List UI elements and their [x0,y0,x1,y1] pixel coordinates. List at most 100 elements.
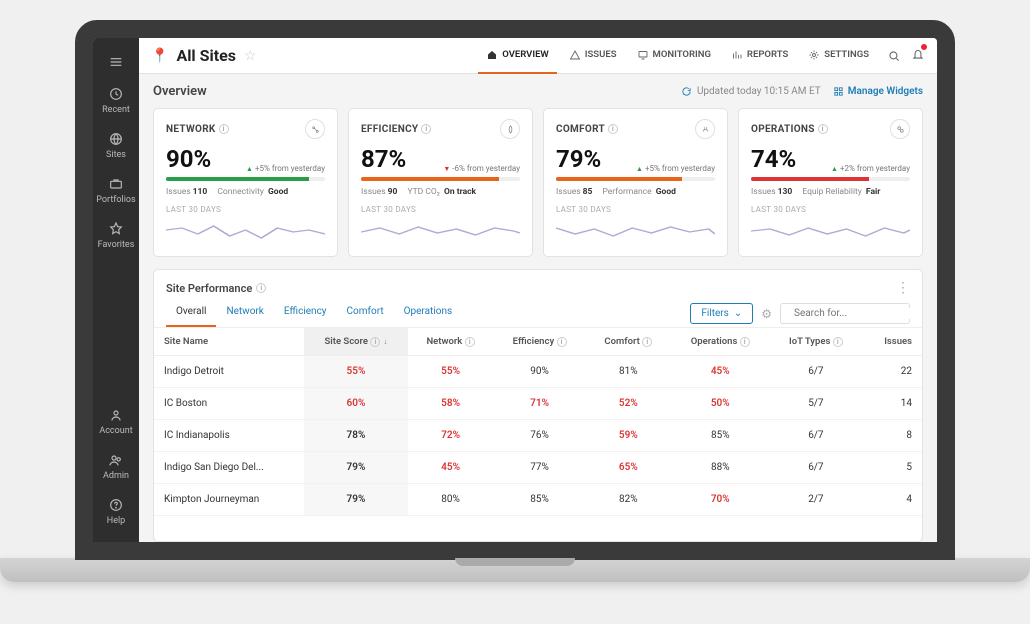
table-row[interactable]: Indigo Detroit 55% 55% 90% 81% 45% 6/7 2… [154,356,922,388]
cell-issues: 14 [862,388,922,420]
info-icon[interactable]: i [608,124,618,134]
col-comfort[interactable]: Comfort i [586,328,671,356]
col-iot-types[interactable]: IoT Types i [770,328,862,356]
cell-site-score: 55% [304,356,408,388]
cell-site-name: Indigo San Diego Del... [154,452,304,484]
cell-site-name: IC Boston [154,388,304,420]
card-score: 74% [751,145,796,173]
cell-comfort: 52% [586,388,671,420]
monitor-icon [637,49,649,61]
info-icon[interactable]: i [256,283,266,293]
cell-site-score: 78% [304,420,408,452]
manage-widgets-link[interactable]: Manage Widgets [833,86,923,97]
search-input-wrap[interactable] [780,303,910,324]
card-title: EFFICIENCY i [361,124,431,135]
widgets-icon [833,86,844,97]
table-settings[interactable]: ⚙ [761,307,772,321]
card-bar [361,177,520,181]
col-network[interactable]: Network i [408,328,493,356]
cell-operations: 85% [671,420,770,452]
col-efficiency[interactable]: Efficiency i [493,328,586,356]
cell-site-score: 60% [304,388,408,420]
kpi-card[interactable]: EFFICIENCY i 87%-6% from yesterday Issue… [348,108,533,257]
panel-title: Site Performance i [166,282,266,295]
pin-icon: 📍 [151,48,168,64]
site-performance-panel: Site Performance i ⋮ Overall Network Eff… [153,269,923,542]
card-action[interactable] [500,119,520,139]
col-issues[interactable]: Issues [862,328,922,356]
kpi-card[interactable]: NETWORK i 90%+5% from yesterday Issues11… [153,108,338,257]
info-icon[interactable]: i [421,124,431,134]
card-score: 87% [361,145,406,173]
panel-tab-efficiency[interactable]: Efficiency [274,300,337,327]
panel-tab-operations[interactable]: Operations [394,300,463,327]
panel-tab-overall[interactable]: Overall [166,300,216,327]
globe-icon [108,131,124,147]
tab-settings[interactable]: SETTINGS [800,38,877,74]
tab-monitoring[interactable]: MONITORING [629,38,719,74]
col-site-score[interactable]: Site Score i↓ [304,328,408,356]
tab-overview[interactable]: OVERVIEW [478,38,557,74]
tab-reports[interactable]: REPORTS [723,38,796,74]
kpi-card[interactable]: OPERATIONS i 74%+2% from yesterday Issue… [738,108,923,257]
page-title: All Sites [176,46,236,65]
cell-site-name: Kimpton Journeyman [154,484,304,516]
subheader: Overview Updated today 10:15 AM ET Manag… [139,74,937,108]
favorite-toggle[interactable]: ☆ [244,48,257,64]
sidebar-item-admin[interactable]: Admin [93,444,139,489]
menu-toggle[interactable] [93,46,139,78]
info-icon[interactable]: i [219,124,229,134]
last-updated: Updated today 10:15 AM ET [681,86,821,97]
cell-network: 58% [408,388,493,420]
search-input[interactable] [794,308,923,319]
search-icon[interactable] [887,49,901,63]
cell-issues: 22 [862,356,922,388]
sidebar-label: Admin [103,471,129,481]
info-icon[interactable]: i [818,124,828,134]
sidebar-item-help[interactable]: Help [93,489,139,534]
sidebar-item-portfolios[interactable]: Portfolios [93,168,139,213]
card-action[interactable] [890,119,910,139]
table-row[interactable]: IC Boston 60% 58% 71% 52% 50% 5/7 14 [154,388,922,420]
chevron-down-icon: ⌄ [734,308,742,319]
topbar: 📍 All Sites ☆ OVERVIEW ISSUES MONITORING… [139,38,937,74]
col-site-name[interactable]: Site Name [154,328,304,356]
card-last30-label: LAST 30 DAYS [751,205,910,214]
cell-operations: 50% [671,388,770,420]
panel-tab-comfort[interactable]: Comfort [337,300,394,327]
kpi-cards: NETWORK i 90%+5% from yesterday Issues11… [139,108,937,257]
cell-comfort: 82% [586,484,671,516]
notifications-button[interactable] [905,46,925,65]
cell-network: 80% [408,484,493,516]
filters-button[interactable]: Filters ⌄ [690,303,753,324]
sidebar-label: Favorites [98,240,135,250]
cell-site-score: 79% [304,452,408,484]
col-operations[interactable]: Operations i [671,328,770,356]
tab-issues[interactable]: ISSUES [561,38,625,74]
panel-tab-network[interactable]: Network [216,300,273,327]
cell-comfort: 65% [586,452,671,484]
sidebar-item-sites[interactable]: Sites [93,123,139,168]
cell-iot: 6/7 [770,420,862,452]
card-meta: Issues85Performance Good [556,187,715,197]
refresh-icon[interactable] [681,86,692,97]
hamburger-icon [108,54,124,70]
card-action-icon [895,124,906,135]
table-row[interactable]: IC Indianapolis 78% 72% 76% 59% 85% 6/7 … [154,420,922,452]
kpi-card[interactable]: COMFORT i 79%+5% from yesterday Issues85… [543,108,728,257]
sidebar-item-recent[interactable]: Recent [93,78,139,123]
card-meta: Issues90YTD CO₂ On track [361,187,520,197]
tab-label: ISSUES [585,49,617,60]
cell-site-score: 79% [304,484,408,516]
card-last30-label: LAST 30 DAYS [361,205,520,214]
card-action[interactable] [695,119,715,139]
table-row[interactable]: Indigo San Diego Del... 79% 45% 77% 65% … [154,452,922,484]
card-action[interactable] [305,119,325,139]
sidebar-item-favorites[interactable]: Favorites [93,213,139,258]
cell-efficiency: 90% [493,356,586,388]
sidebar-item-account[interactable]: Account [93,399,139,444]
site-table: Site Name Site Score i↓ Network i Effici… [154,328,922,516]
panel-menu[interactable]: ⋮ [896,280,910,296]
sidebar-label: Account [99,426,132,436]
table-row[interactable]: Kimpton Journeyman 79% 80% 85% 82% 70% 2… [154,484,922,516]
